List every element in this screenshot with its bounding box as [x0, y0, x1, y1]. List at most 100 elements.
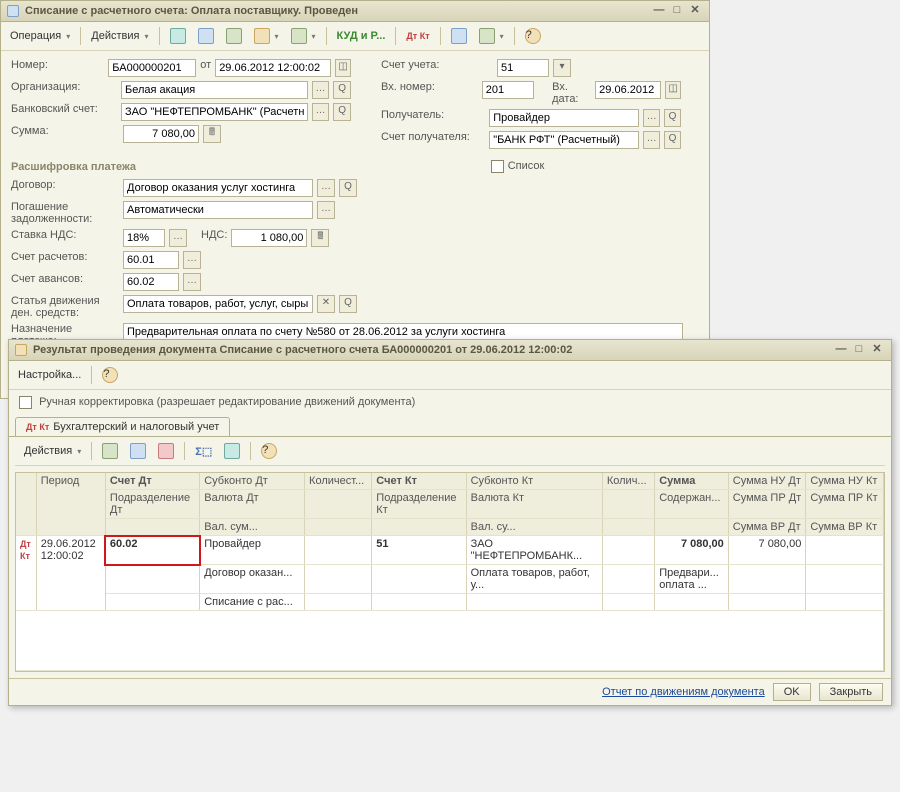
bank-input[interactable]: [121, 103, 308, 121]
grid-icon-2[interactable]: [125, 440, 151, 462]
cashflow-label: Статья движения ден. средств:: [11, 295, 119, 319]
in-no-input[interactable]: [482, 81, 534, 99]
sum-label: Сумма:: [11, 125, 119, 137]
grid-icon-1[interactable]: [97, 440, 123, 462]
close-button[interactable]: ✕: [687, 4, 703, 18]
debt-label: Погашение задолженности:: [11, 201, 119, 225]
cashflow-open-icon[interactable]: Q: [339, 295, 357, 313]
result-help-icon[interactable]: ?: [97, 364, 123, 386]
result-title: Результат проведения документа Списание …: [33, 344, 572, 356]
org-input[interactable]: [121, 81, 308, 99]
contract-select-icon[interactable]: …: [317, 179, 335, 197]
recip-acct-select-icon[interactable]: …: [643, 131, 660, 149]
cell-sub-kt-2: Оплата товаров, работ, у...: [466, 565, 602, 594]
org-open-icon[interactable]: Q: [333, 81, 351, 99]
contract-input[interactable]: [123, 179, 313, 197]
list-checkbox[interactable]: [491, 160, 504, 173]
tb-post-icon[interactable]: [165, 25, 191, 47]
in-date-input[interactable]: [595, 81, 661, 99]
vat-rate-input[interactable]: [123, 229, 165, 247]
grid-icon-3[interactable]: [153, 440, 179, 462]
in-date-label: Вх. дата:: [552, 81, 591, 105]
bank-label: Банковский счет:: [11, 103, 117, 115]
col-nu-kt: Сумма НУ Кт: [806, 473, 884, 490]
vat-calc-icon[interactable]: [311, 229, 329, 247]
settle-acct-select-icon[interactable]: …: [183, 251, 201, 269]
table-row-empty: [16, 611, 884, 671]
col-qty-dt: Количест...: [305, 473, 372, 490]
cashflow-clear-icon[interactable]: ✕: [317, 295, 335, 313]
table-row[interactable]: Дт Кт 29.06.2012 12:00:02 60.02 Провайде…: [16, 536, 884, 565]
close-footer-button[interactable]: Закрыть: [819, 683, 883, 701]
maximize-button[interactable]: □: [669, 4, 685, 18]
col-acct-kt: Счет Кт: [372, 473, 466, 490]
settle-acct-input[interactable]: [123, 251, 179, 269]
result-minimize-button[interactable]: —: [833, 343, 849, 357]
bank-open-icon[interactable]: Q: [333, 103, 351, 121]
tb-dtkt-icon[interactable]: Дт Кт: [401, 28, 434, 44]
vat-input[interactable]: [231, 229, 307, 247]
recip-select-icon[interactable]: …: [643, 109, 660, 127]
tb-kudir[interactable]: КУД и Р...: [332, 27, 391, 45]
acct-input[interactable]: [497, 59, 549, 77]
cell-sub-dt-2: Договор оказан...: [200, 565, 305, 594]
report-link[interactable]: Отчет по движениям документа: [602, 686, 765, 698]
grid-refresh-icon[interactable]: [219, 440, 245, 462]
grid-actions-menu[interactable]: Действия: [19, 442, 86, 460]
date-input[interactable]: [215, 59, 331, 77]
tb-struct-icon-2[interactable]: [474, 25, 509, 47]
settings-button[interactable]: Настройка...: [13, 366, 86, 384]
acct-dropdown-icon[interactable]: ▾: [553, 59, 571, 77]
result-statusbar: Отчет по движениям документа OK Закрыть: [9, 678, 891, 705]
minimize-button[interactable]: —: [651, 4, 667, 18]
tb-create-on-basis-icon[interactable]: [249, 25, 284, 47]
debt-input[interactable]: [123, 201, 313, 219]
recip-acct-open-icon[interactable]: Q: [664, 131, 681, 149]
settle-acct-label: Счет расчетов:: [11, 251, 119, 263]
number-label: Номер:: [11, 59, 104, 71]
vat-label: НДС:: [201, 229, 227, 241]
tb-save-icon[interactable]: [193, 25, 219, 47]
actions-menu[interactable]: Действия: [86, 27, 153, 45]
result-maximize-button[interactable]: □: [851, 343, 867, 357]
recip-input[interactable]: [489, 109, 639, 127]
grid-help-icon[interactable]: ?: [256, 440, 282, 462]
bank-select-icon[interactable]: …: [312, 103, 330, 121]
org-select-icon[interactable]: …: [312, 81, 330, 99]
in-date-picker-icon[interactable]: [665, 81, 681, 99]
sum-input[interactable]: [123, 125, 199, 143]
tb-goto-icon[interactable]: [286, 25, 321, 47]
tb-copy-icon[interactable]: [221, 25, 247, 47]
number-input[interactable]: [108, 59, 196, 77]
table-row[interactable]: Списание с рас...: [16, 594, 884, 611]
recip-open-icon[interactable]: Q: [664, 109, 681, 127]
manual-checkbox[interactable]: [19, 396, 32, 409]
cell-period: 29.06.2012 12:00:02: [36, 536, 105, 611]
ok-button[interactable]: OK: [773, 683, 811, 701]
result-titlebar: Результат проведения документа Списание …: [9, 340, 891, 361]
result-window: Результат проведения документа Списание …: [8, 339, 892, 706]
cell-acct-dt: 60.02: [105, 536, 199, 565]
grid: Период Счет Дт Субконто Дт Количест... С…: [15, 472, 885, 672]
advance-acct-input[interactable]: [123, 273, 179, 291]
grid-sum-icon[interactable]: Σ⬚: [190, 442, 217, 461]
table-row[interactable]: Договор оказан... Оплата товаров, работ,…: [16, 565, 884, 594]
contract-open-icon[interactable]: Q: [339, 179, 357, 197]
recip-acct-input[interactable]: [489, 131, 639, 149]
operation-menu[interactable]: Операция: [5, 27, 75, 45]
vat-rate-select-icon[interactable]: …: [169, 229, 187, 247]
header-row-1: Период Счет Дт Субконто Дт Количест... С…: [16, 473, 884, 490]
advance-acct-select-icon[interactable]: …: [183, 273, 201, 291]
recip-label: Получатель:: [381, 109, 485, 121]
tab-accounting[interactable]: Дт Кт Бухгалтерский и налоговый учет: [15, 417, 230, 436]
contract-label: Договор:: [11, 179, 119, 191]
in-no-label: Вх. номер:: [381, 81, 478, 93]
tb-help-icon[interactable]: ?: [520, 25, 546, 47]
cashflow-input[interactable]: [123, 295, 313, 313]
tb-struct-icon-1[interactable]: [446, 25, 472, 47]
sum-calc-icon[interactable]: [203, 125, 221, 143]
result-close-button[interactable]: ✕: [869, 343, 885, 357]
org-label: Организация:: [11, 81, 117, 93]
debt-select-icon[interactable]: …: [317, 201, 335, 219]
date-picker-icon[interactable]: [335, 59, 351, 77]
